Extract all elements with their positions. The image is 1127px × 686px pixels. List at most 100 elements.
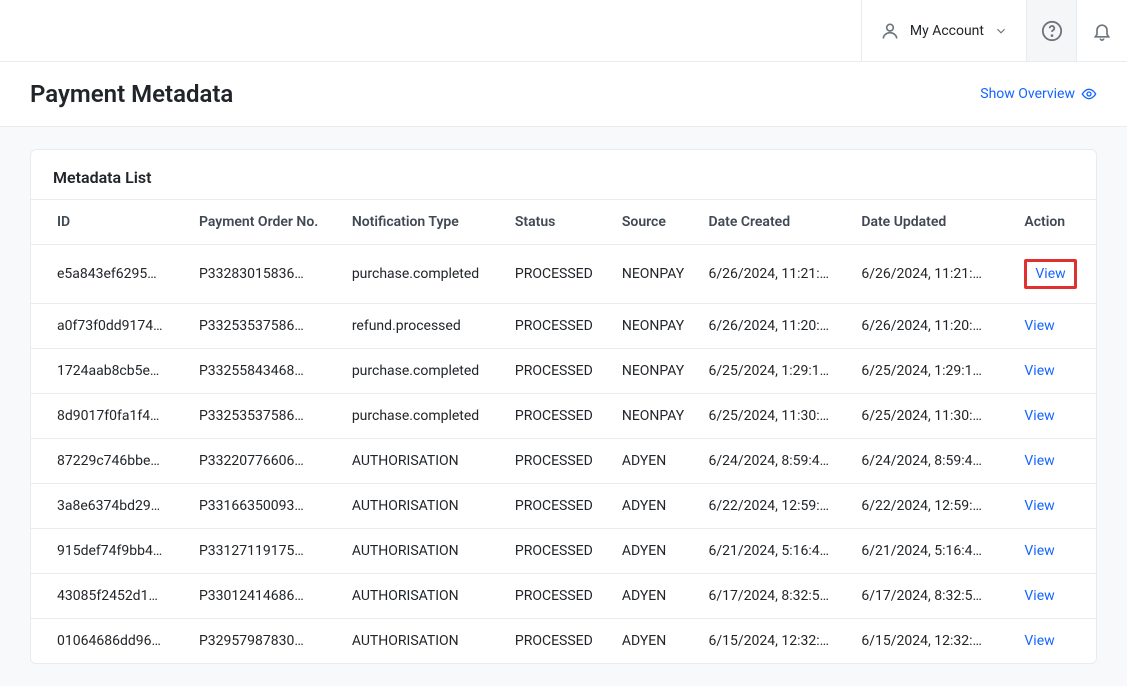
view-button[interactable]: View — [1024, 318, 1054, 334]
cell-updated: 6/25/2024, 11:30:… — [851, 394, 1014, 439]
account-label: My Account — [910, 23, 984, 39]
cell-type: AUTHORISATION — [342, 484, 505, 529]
cell-source: NEONPAY — [612, 394, 699, 439]
cell-order: P33253537586… — [189, 304, 342, 349]
cell-type: refund.processed — [342, 304, 505, 349]
notifications-button[interactable] — [1077, 0, 1127, 61]
cell-created: 6/22/2024, 12:59:… — [698, 484, 851, 529]
cell-action: View — [1014, 304, 1096, 349]
view-button[interactable]: View — [1024, 408, 1054, 424]
view-button[interactable]: View — [1024, 453, 1054, 469]
table-header-row: ID Payment Order No. Notification Type S… — [31, 200, 1096, 245]
cell-created: 6/24/2024, 8:59:4… — [698, 439, 851, 484]
cell-status: PROCESSED — [505, 349, 612, 394]
cell-updated: 6/24/2024, 8:59:4… — [851, 439, 1014, 484]
page-title: Payment Metadata — [30, 80, 233, 108]
eye-icon — [1081, 86, 1097, 102]
cell-created: 6/21/2024, 5:16:4… — [698, 529, 851, 574]
col-header-id: ID — [31, 200, 189, 245]
cell-id: 915def74f9bb4… — [31, 529, 189, 574]
cell-type: purchase.completed — [342, 349, 505, 394]
cell-created: 6/15/2024, 12:32:… — [698, 619, 851, 664]
view-button[interactable]: View — [1024, 363, 1054, 379]
cell-status: PROCESSED — [505, 394, 612, 439]
cell-type: AUTHORISATION — [342, 529, 505, 574]
cell-status: PROCESSED — [505, 304, 612, 349]
cell-source: ADYEN — [612, 574, 699, 619]
view-button[interactable]: View — [1035, 266, 1065, 282]
cell-action: View — [1014, 439, 1096, 484]
table-row: a0f73f0dd9174…P33253537586…refund.proces… — [31, 304, 1096, 349]
cell-id: 8d9017f0fa1f4… — [31, 394, 189, 439]
cell-status: PROCESSED — [505, 245, 612, 304]
chevron-down-icon — [994, 24, 1008, 38]
cell-id: 43085f2452d1… — [31, 574, 189, 619]
cell-type: AUTHORISATION — [342, 439, 505, 484]
cell-order: P33255843468… — [189, 349, 342, 394]
table-row: 915def74f9bb4…P33127119175…AUTHORISATION… — [31, 529, 1096, 574]
cell-type: purchase.completed — [342, 245, 505, 304]
help-icon — [1041, 20, 1063, 42]
col-header-source: Source — [612, 200, 699, 245]
cell-id: e5a843ef6295… — [31, 245, 189, 304]
table-row: 8d9017f0fa1f4…P33253537586…purchase.comp… — [31, 394, 1096, 439]
card-title: Metadata List — [31, 150, 1096, 199]
cell-action: View — [1014, 529, 1096, 574]
cell-action: View — [1014, 619, 1096, 664]
highlight-box: View — [1024, 259, 1076, 289]
cell-order: P32957987830… — [189, 619, 342, 664]
cell-created: 6/26/2024, 11:20:… — [698, 304, 851, 349]
cell-updated: 6/22/2024, 12:59:… — [851, 484, 1014, 529]
cell-status: PROCESSED — [505, 529, 612, 574]
cell-id: 1724aab8cb5e… — [31, 349, 189, 394]
cell-updated: 6/26/2024, 11:20:… — [851, 304, 1014, 349]
cell-source: NEONPAY — [612, 245, 699, 304]
top-bar: My Account — [0, 0, 1127, 62]
cell-id: 3a8e6374bd29… — [31, 484, 189, 529]
metadata-card: Metadata List ID Payment Order No. Notif… — [30, 149, 1097, 664]
table-row: 43085f2452d1…P33012414686…AUTHORISATIONP… — [31, 574, 1096, 619]
col-header-type: Notification Type — [342, 200, 505, 245]
cell-id: a0f73f0dd9174… — [31, 304, 189, 349]
help-button[interactable] — [1027, 0, 1077, 61]
cell-created: 6/26/2024, 11:21:… — [698, 245, 851, 304]
cell-type: AUTHORISATION — [342, 619, 505, 664]
view-button[interactable]: View — [1024, 498, 1054, 514]
account-menu[interactable]: My Account — [861, 0, 1027, 61]
cell-order: P33253537586… — [189, 394, 342, 439]
cell-source: NEONPAY — [612, 349, 699, 394]
page-header: Payment Metadata Show Overview — [0, 62, 1127, 127]
table-row: 1724aab8cb5e…P33255843468…purchase.compl… — [31, 349, 1096, 394]
content-area: Metadata List ID Payment Order No. Notif… — [0, 127, 1127, 686]
table-row: e5a843ef6295…P33283015836…purchase.compl… — [31, 245, 1096, 304]
cell-updated: 6/21/2024, 5:16:4… — [851, 529, 1014, 574]
cell-status: PROCESSED — [505, 619, 612, 664]
cell-created: 6/25/2024, 11:30:… — [698, 394, 851, 439]
col-header-action: Action — [1014, 200, 1096, 245]
col-header-created: Date Created — [698, 200, 851, 245]
view-button[interactable]: View — [1024, 588, 1054, 604]
cell-source: NEONPAY — [612, 304, 699, 349]
cell-status: PROCESSED — [505, 439, 612, 484]
show-overview-label: Show Overview — [980, 86, 1075, 102]
bell-icon — [1092, 21, 1112, 41]
view-button[interactable]: View — [1024, 633, 1054, 649]
col-header-order: Payment Order No. — [189, 200, 342, 245]
col-header-status: Status — [505, 200, 612, 245]
cell-status: PROCESSED — [505, 574, 612, 619]
view-button[interactable]: View — [1024, 543, 1054, 559]
cell-order: P33283015836… — [189, 245, 342, 304]
show-overview-link[interactable]: Show Overview — [980, 86, 1097, 102]
cell-updated: 6/15/2024, 12:32:… — [851, 619, 1014, 664]
col-header-updated: Date Updated — [851, 200, 1014, 245]
cell-created: 6/17/2024, 8:32:5… — [698, 574, 851, 619]
cell-action: View — [1014, 245, 1096, 304]
cell-order: P33127119175… — [189, 529, 342, 574]
cell-type: purchase.completed — [342, 394, 505, 439]
cell-action: View — [1014, 394, 1096, 439]
cell-updated: 6/25/2024, 1:29:1… — [851, 349, 1014, 394]
table-row: 3a8e6374bd29…P33166350093…AUTHORISATIONP… — [31, 484, 1096, 529]
cell-source: ADYEN — [612, 529, 699, 574]
cell-source: ADYEN — [612, 484, 699, 529]
cell-source: ADYEN — [612, 439, 699, 484]
